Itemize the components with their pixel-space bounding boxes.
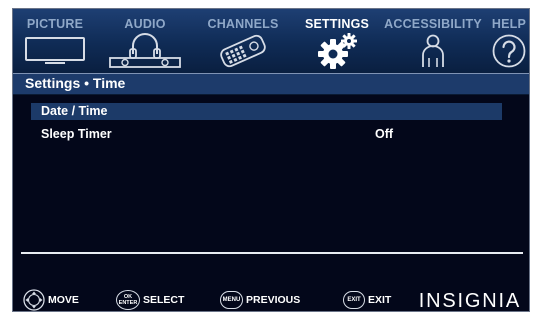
remote-icon xyxy=(220,34,266,68)
hint-label: SELECT xyxy=(143,294,185,306)
tab-label: CHANNELS xyxy=(207,17,279,31)
button-hints-bar: MOVE OK ENTER SELECT MENU PREVIOUS EXIT … xyxy=(13,287,529,312)
footer-divider xyxy=(21,252,523,254)
hint-previous: MENU PREVIOUS xyxy=(220,289,300,311)
hint-label: EXIT xyxy=(368,294,392,306)
headphones-icon xyxy=(109,33,181,68)
dpad-icon xyxy=(23,289,45,311)
tab-label: HELP xyxy=(491,17,527,31)
hint-exit: EXIT EXIT xyxy=(343,289,391,311)
exit-button-icon: EXIT xyxy=(343,291,365,309)
tab-label: AUDIO xyxy=(124,17,166,31)
tv-icon xyxy=(25,37,85,64)
tab-label: ACCESSIBILITY xyxy=(384,17,482,31)
hint-select: OK ENTER SELECT xyxy=(116,289,184,311)
hint-move: MOVE xyxy=(23,289,79,311)
hint-label: MOVE xyxy=(48,294,79,306)
menu-item-sleep-timer[interactable]: Sleep Timer Off xyxy=(31,126,502,143)
tab-settings[interactable]: SETTINGS xyxy=(295,9,379,73)
hint-label: PREVIOUS xyxy=(246,294,301,306)
page-title: Settings • Time xyxy=(25,75,126,91)
brand-logo: INSIGNIA xyxy=(418,290,521,312)
menu-item-date-time[interactable]: Date / Time xyxy=(31,103,502,120)
menu-item-label: Sleep Timer xyxy=(41,127,112,141)
tab-label: SETTINGS xyxy=(304,17,370,31)
tab-accessibility[interactable]: ACCESSIBILITY xyxy=(379,9,487,73)
gears-icon xyxy=(318,33,357,69)
help-icon xyxy=(492,34,526,68)
tv-menu-screen: PICTURE AUDIO CHANNELS SETTINGS ACCESSIB… xyxy=(12,8,530,312)
ok-enter-button-icon: OK ENTER xyxy=(116,290,140,310)
tab-label: PICTURE xyxy=(26,17,84,31)
tab-audio[interactable]: AUDIO xyxy=(103,9,187,73)
menu-button-icon: MENU xyxy=(220,291,243,309)
breadcrumb-bar: Settings • Time xyxy=(13,73,529,95)
tab-picture[interactable]: PICTURE xyxy=(13,9,97,73)
menu-item-label: Date / Time xyxy=(41,104,108,118)
tab-channels[interactable]: CHANNELS xyxy=(197,9,289,73)
menu-item-value: Off xyxy=(375,127,394,141)
person-icon xyxy=(422,34,444,67)
menu-tab-bar: PICTURE AUDIO CHANNELS SETTINGS ACCESSIB… xyxy=(13,9,529,73)
tab-help[interactable]: HELP xyxy=(487,9,529,73)
